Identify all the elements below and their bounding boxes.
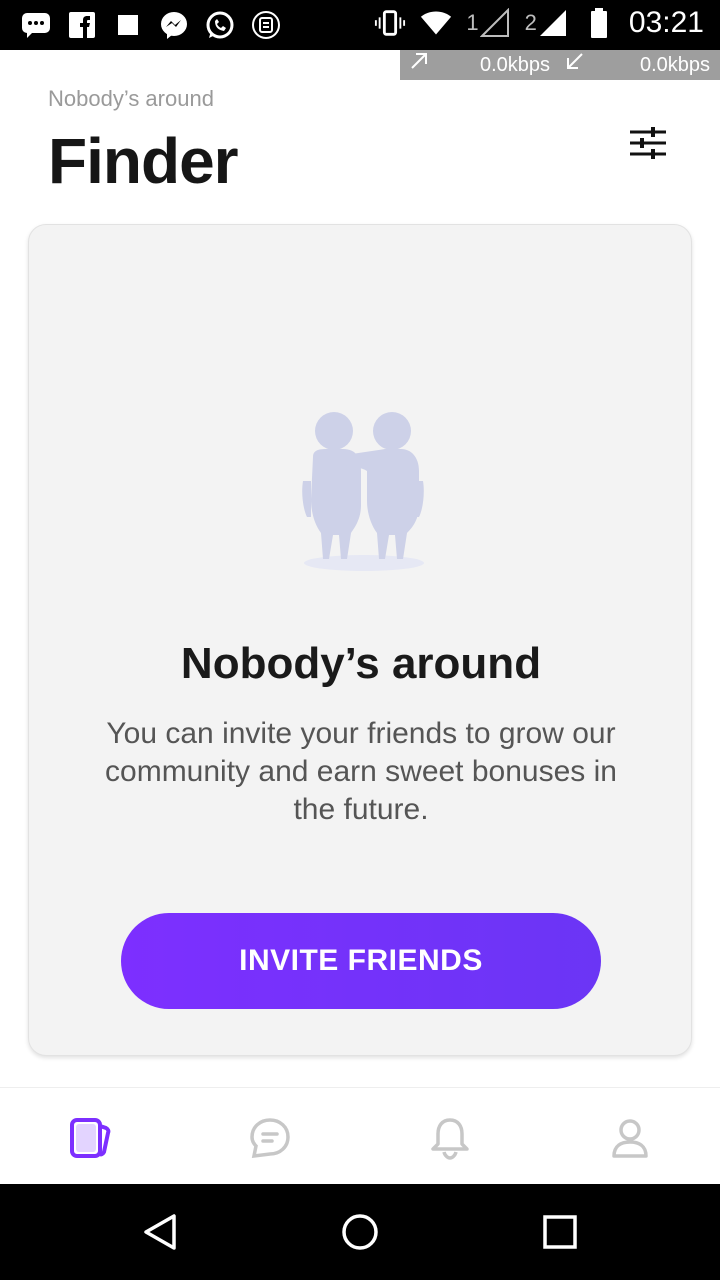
nav-item-profile[interactable] [606, 1114, 654, 1162]
system-indicators: 1 2 03:21 [374, 6, 704, 40]
facebook-icon [66, 9, 98, 41]
recents-square-icon [543, 1215, 577, 1249]
upload-arrow-icon [408, 50, 430, 78]
nav-item-notifications[interactable] [426, 1114, 474, 1162]
messenger-icon [158, 9, 190, 41]
empty-state-card: Nobody’s around You can invite your frie… [28, 224, 692, 1056]
bottom-navigation [0, 1087, 720, 1184]
notification-icons [20, 9, 282, 41]
empty-state-title: Nobody’s around [180, 639, 542, 688]
filter-button[interactable] [618, 118, 678, 168]
vibrate-icon [374, 7, 406, 39]
whatsapp-icon [204, 9, 236, 41]
nav-item-finder[interactable] [66, 1114, 114, 1162]
sliders-icon [630, 127, 666, 159]
friends-illustration [299, 409, 429, 575]
battery-icon [583, 7, 615, 39]
empty-state-description: You can invite your friends to grow our … [105, 717, 617, 826]
invite-friends-button[interactable]: INVITE FRIENDS [121, 913, 601, 1009]
home-button[interactable] [340, 1212, 380, 1252]
clock: 03:21 [628, 6, 704, 39]
system-navigation-bar [0, 1184, 720, 1280]
back-triangle-icon [144, 1214, 176, 1250]
bell-icon [431, 1118, 469, 1160]
network-speed-overlay: 0.0kbps 0.0kbps [400, 50, 720, 80]
back-button[interactable] [140, 1212, 180, 1252]
profile-icon [612, 1119, 648, 1158]
home-circle-icon [342, 1214, 378, 1250]
page-title: Finder [48, 125, 239, 197]
signal-sim2-icon [537, 7, 569, 39]
status-bar: 1 2 03:21 [0, 0, 720, 50]
chat-icon [250, 1118, 290, 1159]
sim1-label: 1 [466, 10, 479, 35]
sim2-label: 2 [524, 10, 537, 35]
signal-sim1-icon [479, 7, 511, 39]
download-arrow-icon [564, 50, 586, 78]
download-speed: 0.0kbps [640, 54, 711, 76]
nav-item-chat[interactable] [246, 1114, 294, 1162]
cards-icon [70, 1118, 111, 1158]
page-subtitle: Nobody’s around [48, 86, 214, 111]
square-icon [112, 9, 144, 41]
upload-speed: 0.0kbps [480, 54, 551, 76]
messages-icon [20, 9, 52, 41]
tracker-icon [250, 9, 282, 41]
recents-button[interactable] [540, 1212, 580, 1252]
wifi-icon [420, 7, 452, 39]
